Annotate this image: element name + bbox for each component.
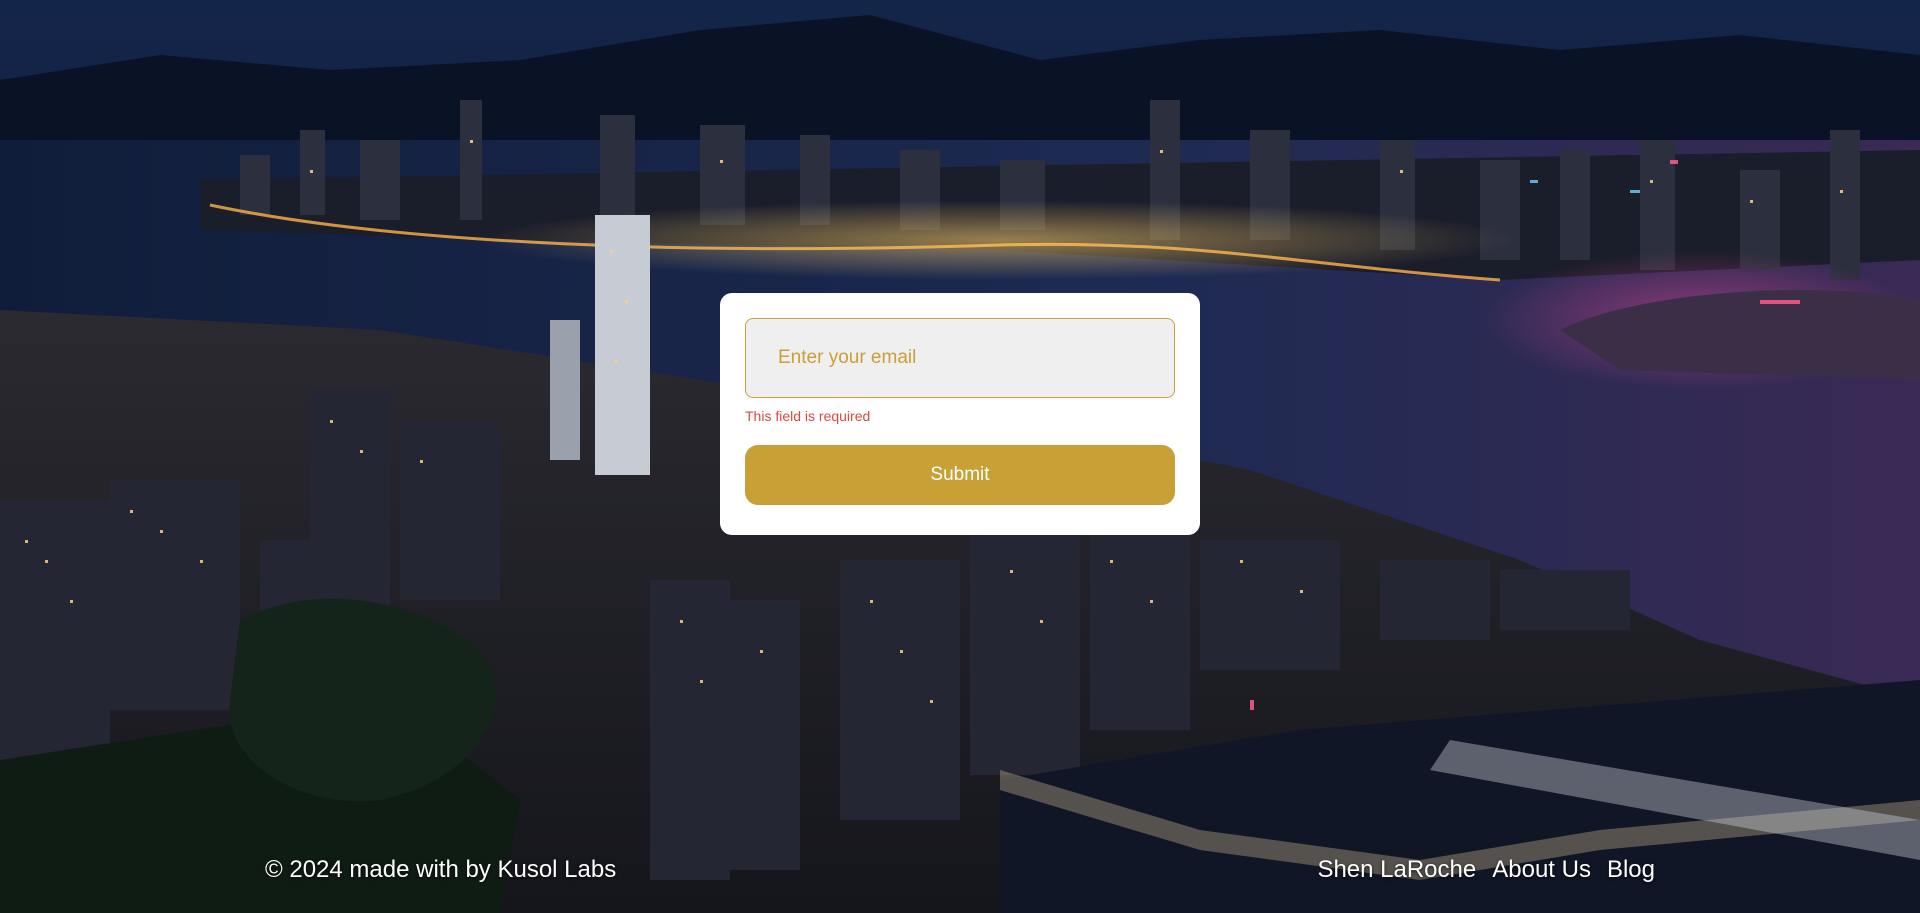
email-input[interactable]	[745, 318, 1175, 398]
footer-nav: Shen LaRoche About Us Blog	[1317, 856, 1655, 884]
email-error-message: This field is required	[745, 408, 871, 424]
footer-link-about-us[interactable]: About Us	[1492, 856, 1591, 884]
page: This field is required Submit © 2024 mad…	[0, 0, 1920, 913]
email-form-card: This field is required Submit	[720, 293, 1200, 535]
footer-link-blog[interactable]: Blog	[1607, 856, 1655, 884]
footer-link-shen-laroche[interactable]: Shen LaRoche	[1317, 856, 1476, 884]
submit-button[interactable]: Submit	[745, 445, 1175, 505]
footer-copyright: © 2024 made with by Kusol Labs	[265, 856, 617, 883]
